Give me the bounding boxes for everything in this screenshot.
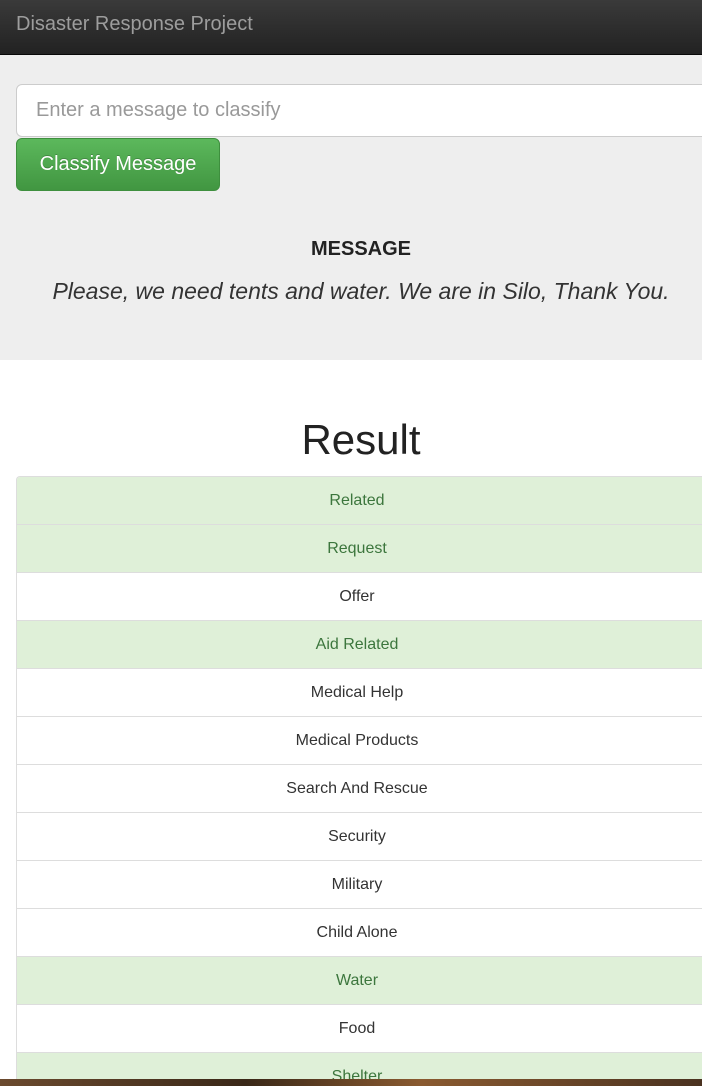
category-item: Security	[17, 813, 702, 861]
message-text: Please, we need tents and water. We are …	[52, 278, 670, 304]
result-title: Result	[301, 416, 421, 463]
category-item: Request	[17, 525, 702, 573]
background-image-strip	[0, 1079, 702, 1086]
message-input[interactable]	[16, 84, 702, 137]
category-item: Food	[17, 1005, 702, 1053]
category-item: Search And Rescue	[17, 765, 702, 813]
category-item: Military	[17, 861, 702, 909]
category-item: Child Alone	[17, 909, 702, 957]
category-item: Medical Products	[17, 717, 702, 765]
classify-message-button[interactable]: Classify Message	[16, 138, 220, 191]
category-item: Offer	[17, 573, 702, 621]
navbar: Disaster Response Project	[0, 0, 702, 55]
category-item: Aid Related	[17, 621, 702, 669]
category-item: Water	[17, 957, 702, 1005]
result-list: Related Request Offer Aid Related Medical He…	[16, 476, 702, 1081]
category-item: Related	[17, 477, 702, 525]
category-item: Medical Help	[17, 669, 702, 717]
navbar-brand[interactable]: Disaster Response Project	[16, 13, 253, 36]
category-item: Shelter	[17, 1053, 702, 1081]
message-heading: MESSAGE	[310, 238, 412, 260]
